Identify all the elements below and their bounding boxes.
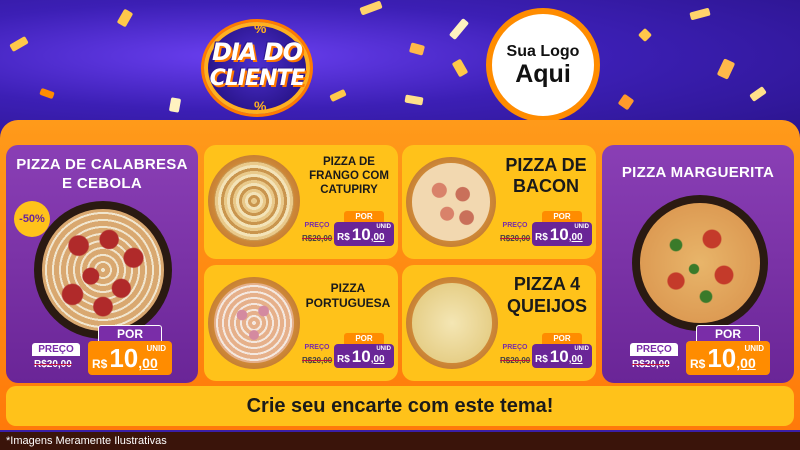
price-box: R$ 10 ,00 UNID — [532, 222, 592, 246]
title-line-2: CLIENTE — [209, 66, 306, 91]
product-card-portuguesa: PIZZA PORTUGUESA PREÇO R$20,00 POR R$ 10… — [204, 265, 398, 381]
old-price: R$20,00 — [500, 356, 531, 365]
price-decimal: ,00 — [370, 232, 385, 243]
product-card-bacon: PIZZA DE BACON PREÇO R$20,00 POR R$ 10 ,… — [402, 145, 596, 259]
currency-symbol: R$ — [535, 232, 548, 243]
old-price: R$20,00 — [632, 359, 670, 370]
price-block: PREÇO R$20,00 POR R$ 10 ,00 UNID — [300, 333, 396, 377]
pizza-topping — [412, 283, 492, 363]
por-label: POR — [98, 325, 162, 341]
pizza-topping — [42, 209, 164, 331]
currency-symbol: R$ — [92, 357, 108, 371]
pizza-image — [34, 201, 172, 339]
logo-placeholder: Sua Logo Aqui — [486, 8, 600, 122]
currency-symbol: R$ — [535, 354, 548, 365]
preco-label: PREÇO — [500, 221, 530, 231]
preco-label: PREÇO — [500, 343, 530, 353]
old-price: R$20,00 — [302, 234, 333, 243]
por-label: POR — [344, 211, 384, 222]
price-decimal: ,00 — [370, 354, 385, 365]
price-block: PREÇO R$20,00 POR R$ 10 ,00 UNID — [300, 211, 396, 255]
unit-label: UNID — [744, 344, 764, 353]
unit-label: UNID — [146, 344, 166, 353]
price-box: R$ 10 ,00 UNID — [88, 341, 172, 375]
product-name: PIZZA MARGUERITA — [621, 164, 775, 181]
price-integer: 10 — [351, 347, 371, 366]
price-box: R$ 10 ,00 UNID — [686, 341, 770, 375]
currency-symbol: R$ — [337, 354, 350, 365]
por-label: POR — [696, 325, 760, 341]
pizza-topping — [214, 161, 294, 241]
price-box: R$ 10 ,00 UNID — [334, 344, 394, 368]
price-decimal: ,00 — [568, 354, 583, 365]
percent-symbol-bottom: % — [254, 98, 267, 114]
unit-label: UNID — [376, 346, 391, 352]
footer-disclaimer: *Imagens Meramente Ilustrativas — [0, 432, 800, 450]
old-price: R$20,00 — [34, 359, 72, 370]
price-integer: 10 — [549, 225, 569, 244]
unit-label: UNID — [376, 224, 391, 230]
discount-badge: -50% — [14, 201, 50, 237]
product-name: PIZZA DE CALABRESA E CEBOLA — [16, 156, 188, 192]
price-block: PREÇO R$20,00 POR R$ 10 ,00 UNID — [498, 211, 594, 255]
pizza-topping — [214, 283, 294, 363]
logo-text-line-1: Sua Logo — [506, 42, 580, 60]
old-price: R$20,00 — [302, 356, 333, 365]
product-name: PIZZA PORTUGUESA — [305, 281, 391, 310]
product-card-4-queijos: PIZZA 4 QUEIJOS PREÇO R$20,00 POR R$ 10 … — [402, 265, 596, 381]
preco-label: PREÇO — [32, 343, 80, 356]
pizza-topping — [412, 163, 490, 241]
price-block: PREÇO R$20,00 POR R$ 10 ,00 UNID — [630, 325, 790, 375]
price-decimal: ,00 — [138, 355, 158, 371]
unit-label: UNID — [574, 346, 589, 352]
pizza-image — [632, 195, 768, 331]
currency-symbol: R$ — [337, 232, 350, 243]
price-integer: 10 — [109, 343, 139, 373]
percent-symbol-top: % — [254, 20, 267, 36]
price-integer: 10 — [351, 225, 371, 244]
preco-label: PREÇO — [302, 221, 332, 231]
preco-label: PREÇO — [302, 343, 332, 353]
por-label: POR — [542, 211, 582, 222]
old-price: R$20,00 — [500, 234, 531, 243]
price-block: PREÇO R$20,00 POR R$ 10 ,00 UNID — [32, 325, 192, 375]
price-box: R$ 10 ,00 UNID — [334, 222, 394, 246]
por-label: POR — [542, 333, 582, 344]
pizza-image — [208, 155, 300, 247]
price-box: R$ 10 ,00 UNID — [532, 344, 592, 368]
price-decimal: ,00 — [568, 232, 583, 243]
pizza-image — [406, 157, 496, 247]
product-card-marguerita: PIZZA MARGUERITA PREÇO R$20,00 POR R$ 10… — [602, 145, 794, 383]
price-integer: 10 — [707, 343, 737, 373]
logo-text-line-2: Aqui — [515, 59, 571, 88]
pizza-topping — [640, 203, 760, 323]
product-name: PIZZA DE BACON — [505, 155, 587, 196]
price-decimal: ,00 — [736, 355, 756, 371]
product-card-calabresa: PIZZA DE CALABRESA E CEBOLA -50% PREÇO R… — [6, 145, 198, 383]
por-label: POR — [344, 333, 384, 344]
preco-label: PREÇO — [630, 343, 678, 356]
title-line-1: DIA DO — [211, 38, 303, 66]
price-block: PREÇO R$20,00 POR R$ 10 ,00 UNID — [498, 333, 594, 377]
product-card-frango: PIZZA DE FRANGO COM CATUPIRY PREÇO R$20,… — [204, 145, 398, 259]
unit-label: UNID — [574, 224, 589, 230]
currency-symbol: R$ — [690, 357, 706, 371]
call-to-action-bar: Crie seu encarte com este tema! — [6, 386, 794, 426]
pizza-image — [406, 277, 498, 369]
product-name: PIZZA 4 QUEIJOS — [506, 274, 588, 316]
promo-banner: % DIA DO CLIENTE % Sua Logo Aqui PIZZA D… — [0, 0, 800, 450]
price-integer: 10 — [549, 347, 569, 366]
pizza-image — [208, 277, 300, 369]
event-title-badge: % DIA DO CLIENTE % — [198, 20, 316, 116]
product-name: PIZZA DE FRANGO COM CATUPIRY — [309, 156, 389, 196]
